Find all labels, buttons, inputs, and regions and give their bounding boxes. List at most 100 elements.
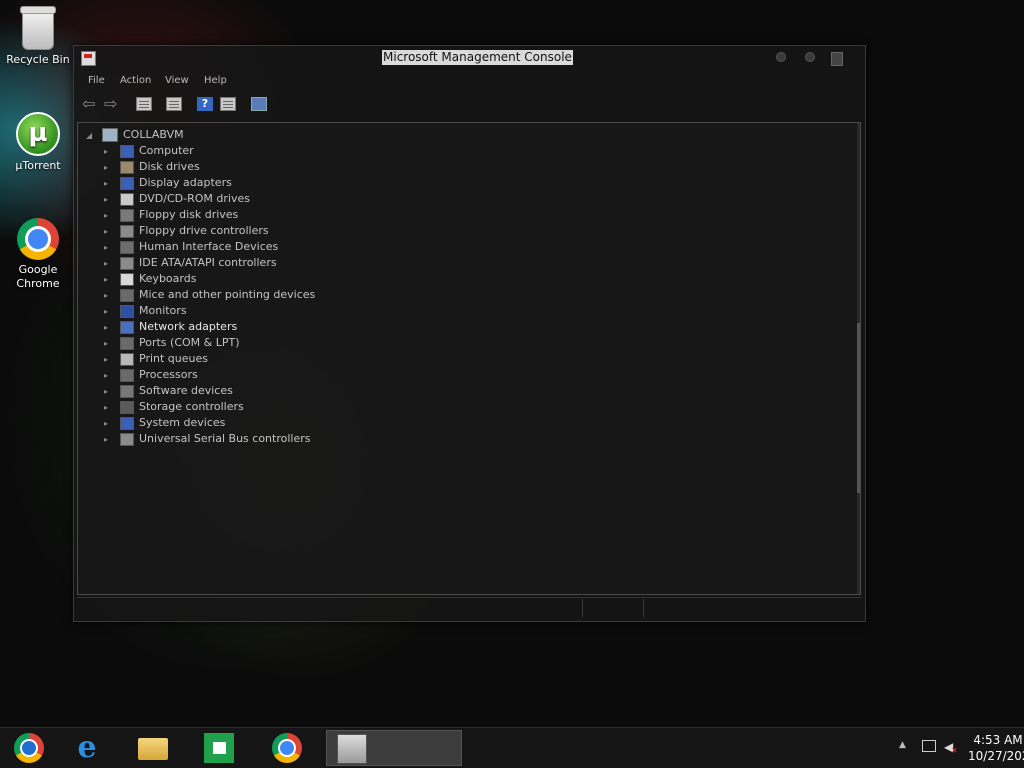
expand-arrow-icon[interactable]: ▸	[104, 224, 114, 240]
expand-arrow-icon[interactable]: ▸	[104, 272, 114, 288]
tree-item[interactable]: ▸ Processors	[104, 367, 198, 383]
storage-controller-icon	[120, 400, 134, 414]
tree-item[interactable]: ▸ Print queues	[104, 351, 208, 367]
collapse-arrow-icon[interactable]: ◢	[86, 128, 96, 144]
tree-item-label: System devices	[139, 416, 226, 429]
scrollbar-thumb[interactable]	[857, 323, 860, 493]
expand-arrow-icon[interactable]: ▸	[104, 336, 114, 352]
volume-muted-icon[interactable]: ◀	[944, 740, 958, 758]
hid-icon	[120, 240, 134, 254]
tree-item-label: Software devices	[139, 384, 233, 397]
action-pane-icon[interactable]	[220, 97, 236, 111]
tree-item-label: Keyboards	[139, 272, 197, 285]
tree-item[interactable]: ▸ Computer	[104, 143, 194, 159]
printer-icon	[120, 352, 134, 366]
expand-arrow-icon[interactable]: ▸	[104, 416, 114, 432]
show-hide-console-tree-icon[interactable]	[136, 97, 152, 111]
taskbar-store[interactable]	[190, 730, 250, 766]
computer-icon	[120, 144, 134, 158]
status-divider	[582, 599, 583, 617]
tree-item[interactable]: ▸ DVD/CD-ROM drives	[104, 191, 250, 207]
tree-item-label: Universal Serial Bus controllers	[139, 432, 311, 445]
tree-item[interactable]: ▸ Display adapters	[104, 175, 232, 191]
tree-item[interactable]: ▸ Ports (COM & LPT)	[104, 335, 240, 351]
system-device-icon	[120, 416, 134, 430]
properties-icon[interactable]	[166, 97, 182, 111]
minimize-button[interactable]	[776, 52, 786, 62]
menu-action[interactable]: Action	[120, 75, 151, 86]
toolbar: ⇦ ⇨ ?	[74, 93, 865, 117]
expand-arrow-icon[interactable]: ▸	[104, 352, 114, 368]
expand-arrow-icon[interactable]: ▸	[104, 320, 114, 336]
expand-arrow-icon[interactable]: ▸	[104, 304, 114, 320]
expand-arrow-icon[interactable]: ▸	[104, 288, 114, 304]
desktop-icon-utorrent[interactable]: µ µTorrent	[0, 112, 76, 172]
tree-item[interactable]: ▸ Disk drives	[104, 159, 200, 175]
expand-arrow-icon[interactable]: ▸	[104, 144, 114, 160]
chrome-icon	[17, 218, 59, 260]
expand-arrow-icon[interactable]: ▸	[104, 384, 114, 400]
taskbar-file-explorer[interactable]	[124, 730, 184, 766]
taskbar-mmc[interactable]	[326, 730, 462, 766]
tree-item-label: Display adapters	[139, 176, 232, 189]
monitor-icon	[120, 304, 134, 318]
tree-item[interactable]: ▸ Mice and other pointing devices	[104, 287, 315, 303]
mouse-icon	[120, 288, 134, 302]
tree-item-label: Human Interface Devices	[139, 240, 279, 253]
expand-arrow-icon[interactable]: ▸	[104, 176, 114, 192]
desktop-icon-recycle-bin[interactable]: Recycle Bin	[0, 6, 76, 66]
expand-arrow-icon[interactable]: ▸	[104, 160, 114, 176]
tree-item[interactable]: ▸ IDE ATA/ATAPI controllers	[104, 255, 277, 271]
expand-arrow-icon[interactable]: ▸	[104, 192, 114, 208]
vertical-scrollbar[interactable]	[857, 123, 860, 594]
close-button[interactable]	[831, 52, 843, 66]
menu-help[interactable]: Help	[204, 75, 227, 86]
forward-arrow-icon[interactable]: ⇨	[104, 96, 120, 112]
tree-item[interactable]: ▸ Keyboards	[104, 271, 196, 287]
scan-hardware-icon[interactable]	[251, 97, 267, 111]
taskbar-chrome[interactable]	[258, 730, 318, 766]
network-icon[interactable]	[922, 740, 936, 752]
chrome-blue-icon	[14, 733, 44, 763]
tree-item[interactable]: ▸ Floppy drive controllers	[104, 223, 269, 239]
tree-item[interactable]: ▸ Floppy disk drives	[104, 207, 238, 223]
disk-drive-icon	[120, 160, 134, 174]
maximize-button[interactable]	[805, 52, 815, 62]
back-arrow-icon[interactable]: ⇦	[82, 96, 98, 112]
mmc-app-icon[interactable]	[81, 51, 96, 66]
tree-item[interactable]: ▸ Software devices	[104, 383, 233, 399]
mmc-icon	[337, 734, 367, 764]
expand-arrow-icon[interactable]: ▸	[104, 400, 114, 416]
tree-item[interactable]: ▸ Universal Serial Bus controllers	[104, 431, 310, 447]
tree-item[interactable]: ▸ Monitors	[104, 303, 187, 319]
expand-arrow-icon[interactable]: ▸	[104, 256, 114, 272]
tree-item[interactable]: ▸ System devices	[104, 415, 225, 431]
tree-item-label: Disk drives	[139, 160, 200, 173]
expand-arrow-icon[interactable]: ▸	[104, 368, 114, 384]
floppy-controller-icon	[120, 224, 134, 238]
taskbar-internet-explorer[interactable]: e	[58, 730, 118, 766]
tree-item[interactable]: ▸ Network adapters	[104, 319, 237, 335]
clock[interactable]: 4:53 AM 10/27/2022	[968, 732, 1024, 764]
tree-item-label: Floppy disk drives	[139, 208, 239, 221]
device-tree-pane[interactable]: ◢ COLLABVM ▸ Computer ▸ Disk drives ▸ Display …	[77, 122, 861, 595]
menu-view[interactable]: View	[165, 75, 189, 86]
title-bar[interactable]: Microsoft Management Console	[74, 46, 865, 70]
expand-arrow-icon[interactable]: ▸	[104, 208, 114, 224]
tree-root-label: COLLABVM	[123, 128, 184, 141]
recycle-bin-icon	[20, 6, 56, 50]
tree-item-label: Network adapters	[139, 320, 238, 333]
status-bar	[77, 597, 862, 618]
taskbar-chrome-blue[interactable]	[0, 730, 60, 766]
desktop-icon-label: Google Chrome	[16, 263, 60, 290]
tree-item[interactable]: ▸ Human Interface Devices	[104, 239, 278, 255]
desktop-icon-google-chrome[interactable]: Google Chrome	[0, 218, 76, 291]
help-icon[interactable]: ?	[197, 97, 213, 111]
expand-arrow-icon[interactable]: ▸	[104, 240, 114, 256]
tree-root[interactable]: ◢ COLLABVM	[86, 127, 184, 143]
tree-item[interactable]: ▸ Storage controllers	[104, 399, 244, 415]
menu-file[interactable]: File	[88, 75, 105, 86]
show-hidden-icons-chevron-icon[interactable]: ▲	[899, 740, 906, 750]
menu-bar: File Action View Help	[74, 70, 865, 92]
expand-arrow-icon[interactable]: ▸	[104, 432, 114, 448]
